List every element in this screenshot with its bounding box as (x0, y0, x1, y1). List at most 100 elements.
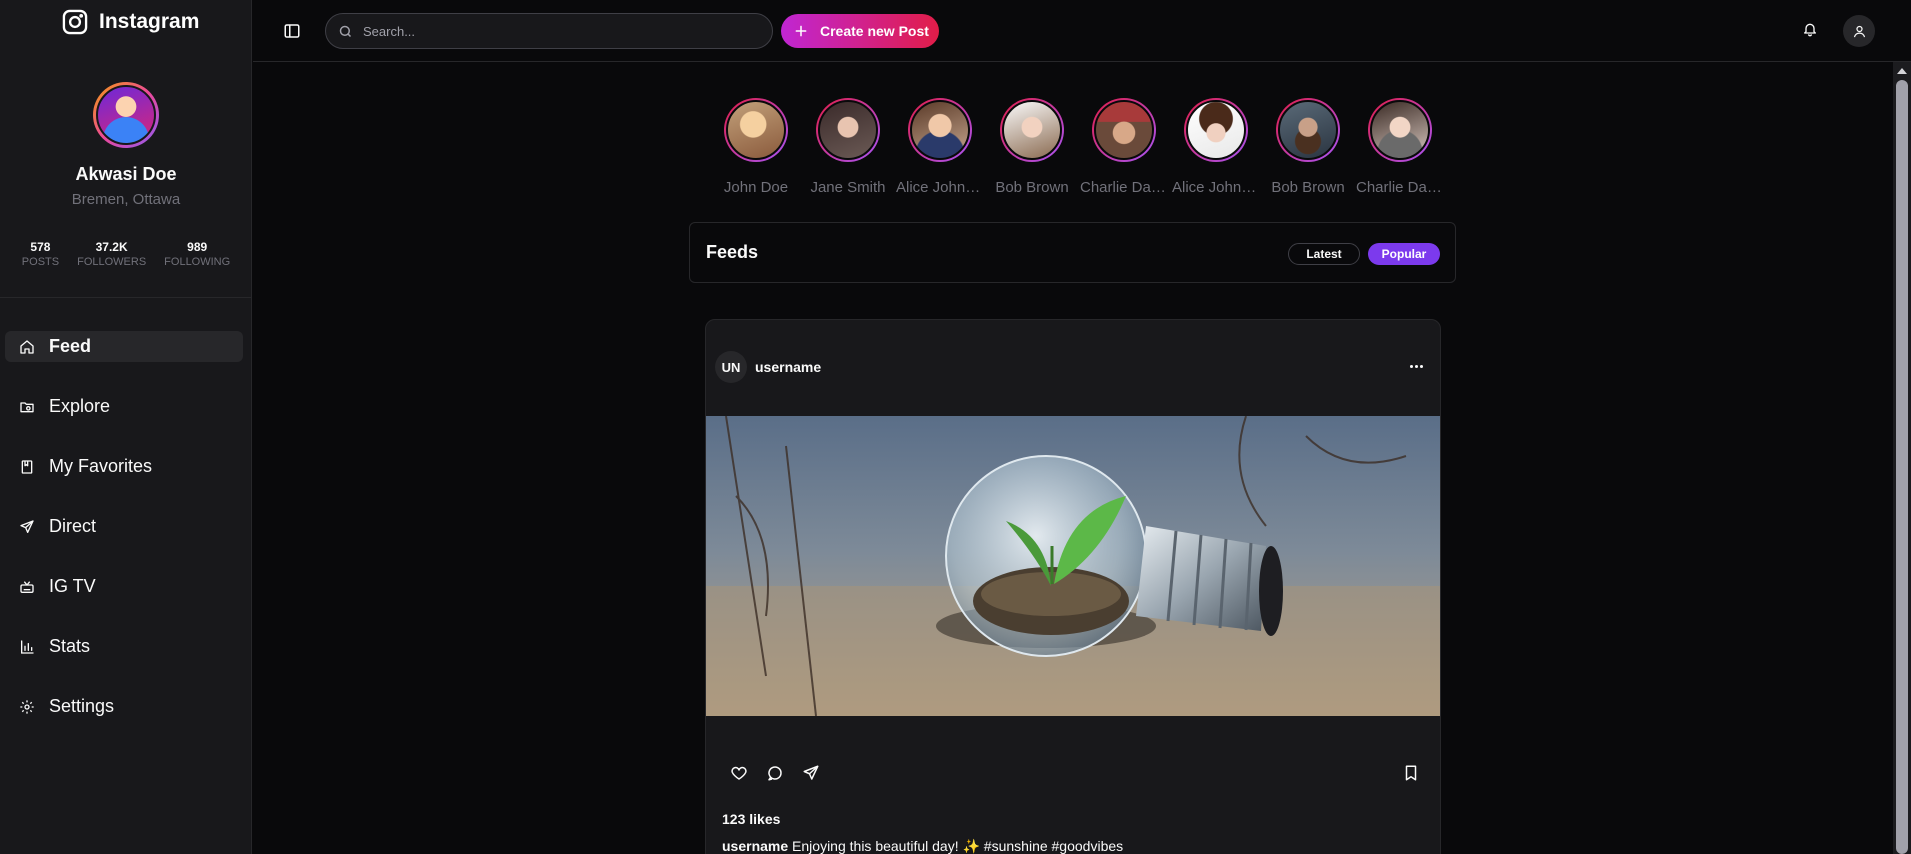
story-avatar-image (818, 100, 878, 160)
caption-text: Enjoying this beautiful day! ✨ #sunshine… (792, 838, 1124, 854)
story-name: Bob Brown (1271, 179, 1345, 196)
share-icon[interactable] (802, 764, 820, 782)
sidebar-item-explore[interactable]: Explore (5, 391, 243, 422)
stat-followers: 37.2K FOLLOWERS (77, 240, 146, 268)
story-item[interactable]: John Doe (710, 98, 802, 196)
profile-avatar[interactable] (93, 82, 159, 148)
top-bar: Create new Post (253, 0, 1911, 62)
sidebar-item-favorites[interactable]: My Favorites (5, 451, 243, 482)
instagram-icon (62, 9, 88, 35)
sidebar-item-label: Stats (49, 636, 91, 656)
story-avatar (1092, 98, 1156, 162)
sidebar-item-feed[interactable]: Feed (5, 331, 243, 362)
story-avatar (908, 98, 972, 162)
search-input[interactable] (363, 23, 743, 39)
sidebar-toggle-icon[interactable] (283, 22, 301, 40)
heart-icon[interactable] (730, 764, 748, 782)
feeds-header: Feeds Latest Popular (689, 222, 1456, 283)
story-item[interactable]: Jane Smith (802, 98, 894, 196)
story-name: Jane Smith (810, 179, 886, 196)
tab-popular[interactable]: Popular (1368, 243, 1440, 265)
bell-icon[interactable] (1802, 21, 1818, 37)
scroll-up-arrow-icon[interactable] (1897, 68, 1907, 74)
chart-icon (21, 639, 34, 654)
feeds-title: Feeds (706, 242, 759, 262)
sidebar-item-label: Explore (49, 396, 111, 416)
caption-username[interactable]: username (722, 838, 788, 854)
search-icon (339, 25, 352, 37)
story-item[interactable]: Bob Brown (986, 98, 1078, 196)
story-name: John Doe (723, 179, 789, 196)
page-scrollbar[interactable] (1893, 62, 1911, 854)
post-card: UN username 123 likes username Enjoying … (705, 319, 1441, 854)
create-post-button[interactable]: Create new Post (781, 14, 939, 48)
gear-icon (20, 699, 34, 714)
tv-icon (20, 580, 34, 593)
story-avatar-image (1002, 100, 1062, 160)
scrollbar-thumb[interactable] (1896, 80, 1908, 854)
post-image[interactable] (706, 416, 1440, 716)
user-menu-button[interactable] (1843, 15, 1875, 47)
sidebar-nav: Feed Explore My Favorites Direct IG TV S… (5, 331, 243, 751)
stat-label: FOLLOWERS (77, 256, 147, 268)
plus-icon (795, 25, 807, 37)
story-item[interactable]: Charlie Davis (1354, 98, 1446, 196)
sidebar-item-label: Feed (49, 336, 92, 356)
story-avatar (1368, 98, 1432, 162)
user-icon (1853, 25, 1865, 37)
profile-stats: 578 POSTS 37.2K FOLLOWERS 989 FOLLOWING (0, 240, 252, 268)
search-box[interactable] (325, 13, 773, 49)
stat-following: 989 FOLLOWING (164, 240, 230, 268)
profile-card: Akwasi Doe Bremen, Ottawa (0, 82, 252, 208)
sidebar-item-label: My Favorites (49, 456, 153, 476)
sidebar-item-igtv[interactable]: IG TV (5, 571, 243, 602)
sidebar-item-direct[interactable]: Direct (5, 511, 243, 542)
post-actions (706, 764, 1440, 784)
stories-row: John Doe Jane Smith Alice Johnson Bob Br… (710, 98, 1446, 196)
send-icon (20, 519, 34, 533)
brand-name: Instagram (99, 10, 200, 33)
story-avatar-image (1094, 100, 1154, 160)
story-avatar (1184, 98, 1248, 162)
stat-value: 989 (187, 240, 208, 254)
story-name: Charlie Davis (1356, 179, 1444, 196)
stat-value: 37.2K (95, 240, 128, 254)
tab-latest[interactable]: Latest (1288, 243, 1360, 265)
profile-avatar-image (96, 85, 156, 145)
sidebar-item-label: Settings (49, 696, 115, 716)
story-avatar (1276, 98, 1340, 162)
story-item[interactable]: Charlie Davis (1078, 98, 1170, 196)
sidebar-item-stats[interactable]: Stats (5, 631, 243, 662)
bookmark-icon (21, 459, 33, 474)
story-avatar (816, 98, 880, 162)
profile-location: Bremen, Ottawa (71, 191, 181, 208)
story-avatar-image (1278, 100, 1338, 160)
story-item[interactable]: Bob Brown (1262, 98, 1354, 196)
story-item[interactable]: Alice Johnson (1170, 98, 1262, 196)
story-avatar (1000, 98, 1064, 162)
explore-icon (20, 401, 34, 412)
story-avatar-image (726, 100, 786, 160)
sidebar-item-label: IG TV (49, 576, 96, 596)
sidebar-item-settings[interactable]: Settings (5, 691, 243, 722)
story-avatar-image (1186, 100, 1246, 160)
post-caption: username Enjoying this beautiful day! ✨ … (722, 838, 1123, 854)
post-username[interactable]: username (755, 359, 821, 375)
stat-label: FOLLOWING (164, 256, 231, 268)
app-root: Instagram Akwasi Doe Bremen, Ottawa 578 … (0, 0, 1911, 854)
story-name: Alice Johnson (896, 179, 984, 196)
story-name: Charlie Davis (1080, 179, 1168, 196)
sidebar: Instagram Akwasi Doe Bremen, Ottawa 578 … (0, 0, 252, 854)
save-bookmark-icon[interactable] (1402, 764, 1420, 782)
sidebar-item-label: Direct (49, 516, 97, 536)
stat-value: 578 (30, 240, 51, 254)
more-options-icon[interactable] (1406, 356, 1426, 376)
story-item[interactable]: Alice Johnson (894, 98, 986, 196)
story-name: Alice Johnson (1172, 179, 1260, 196)
story-avatar (724, 98, 788, 162)
post-avatar[interactable]: UN (715, 351, 747, 383)
story-name: Bob Brown (995, 179, 1069, 196)
stat-posts: 578 POSTS (22, 240, 59, 268)
comment-icon[interactable] (766, 764, 784, 782)
brand[interactable]: Instagram (61, 8, 199, 36)
